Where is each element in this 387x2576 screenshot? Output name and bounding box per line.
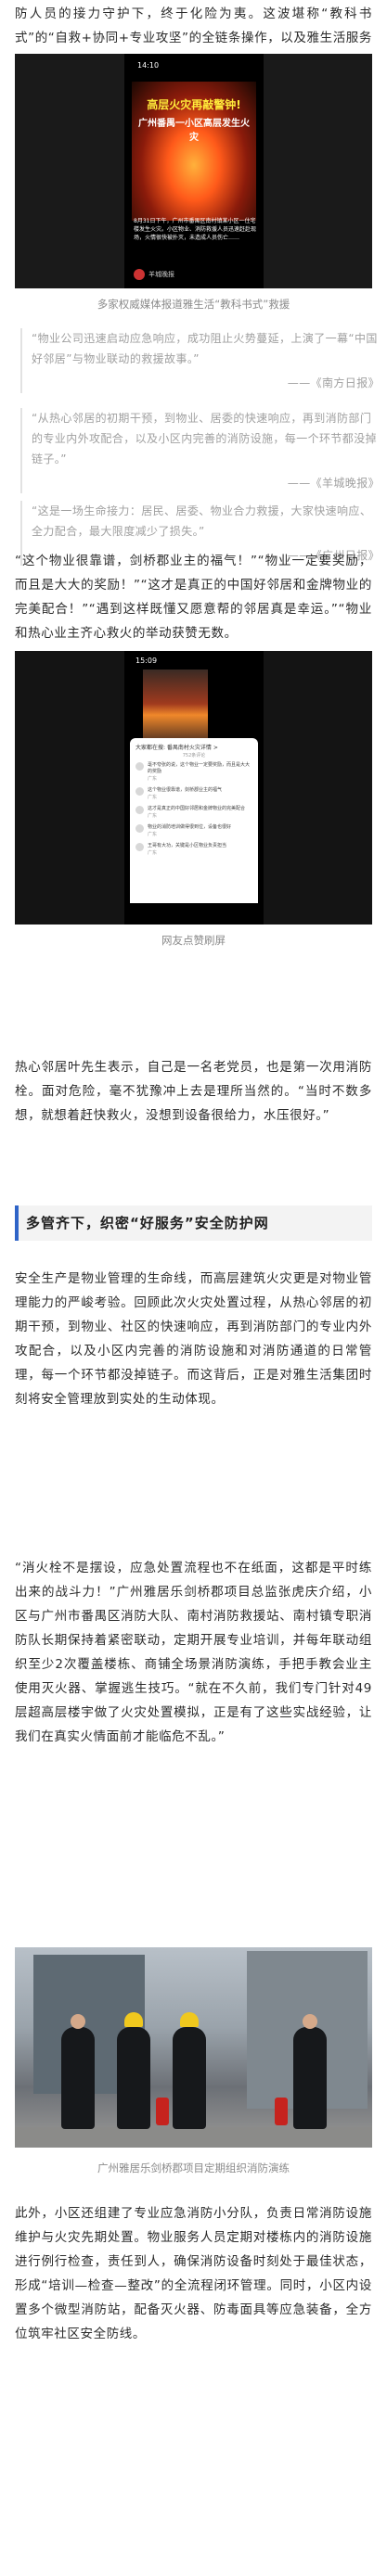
ground — [15, 2127, 372, 2148]
comment-meta: 广东 — [148, 813, 158, 819]
comment-text: 王哥有大功，关键是小区物业负责担当 — [148, 843, 227, 848]
account-name: 羊城晚报 — [148, 271, 174, 278]
neighbor-paragraph: 热心邻居叶先生表示，自己是一名老党员，也是第一次用消防栓。面对危险，毫不犹豫冲上… — [15, 1060, 372, 1123]
video-body-text: 8月31日下午，广州市番禺区南村镇某小区一住宅楼发生火灾。小区物业、消防救援人员… — [134, 218, 257, 241]
comment-text: 这才是真正的中国好邻居和金牌物业的完美配合 — [148, 806, 246, 811]
news-report-image: 14:10 高层火灾再敲警钟! 广州番禺一小区高层发生火灾 8月31日下午，广州… — [15, 54, 372, 288]
comment-meta: 广东 — [148, 850, 158, 856]
quote-text: “这是一场生命接力：居民、居委、物业合力救援，大家快速响应、全力配合，最大限度减… — [32, 504, 372, 538]
fire-extinguisher-icon — [275, 2098, 288, 2125]
staff-figure — [173, 2012, 206, 2129]
comment-sheet-title: 大家都在搜: 番禺南村火灾详情 > — [135, 745, 218, 751]
comment-meta: 广东 — [148, 776, 158, 782]
avatar — [135, 824, 144, 833]
comment-text: 毫不夸张的说，这个物业一定要奖励，而且是大大的奖励 — [148, 762, 251, 774]
staff-figure — [61, 2014, 95, 2129]
staff-figure — [293, 2014, 327, 2129]
quote-source: ——《南方日报》 — [287, 376, 380, 389]
helmet-icon — [124, 2012, 143, 2027]
video-subheadline: 广州番禺一小区高层发生火灾 — [138, 119, 250, 143]
head — [303, 2014, 317, 2029]
section-heading: 多管齐下，织密“好服务”安全防护网 — [15, 1205, 372, 1241]
avatar — [135, 806, 144, 814]
avatar — [134, 269, 145, 280]
head — [71, 2014, 85, 2029]
comment-item: 毫不夸张的说，这个物业一定要奖励，而且是大大的奖励 广东 — [135, 762, 252, 782]
comment-text: 物业的消防培训做得很到位，设备也很好 — [148, 824, 232, 830]
comment-item: 这个物业很靠谱，剑桥郡业主的福气 广东 — [135, 787, 252, 800]
image-caption: 广州雅居乐剑桥郡项目定期组织消防演练 — [97, 2162, 290, 2174]
helmet-icon — [180, 2012, 199, 2027]
quote-source: ——《羊城晚报》 — [287, 477, 380, 490]
drill-paragraph: “消火栓不是摆设，应急处置流程也不在纸面，这都是平时练出来的战斗力！”广州雅居乐… — [15, 1561, 372, 1744]
status-time: 14:10 — [137, 61, 160, 70]
comments-screenshot-image: 15:09 大家都在搜: 番禺南村火灾详情 > 752条评论 毫不夸张的说，这个… — [15, 651, 372, 925]
safety-paragraph: 安全生产是物业管理的生命线，而高层建筑火灾更是对物业管理能力的严峻考验。回顾此次… — [15, 1271, 372, 1407]
avatar — [135, 787, 144, 796]
section-title: 多管齐下，织密“好服务”安全防护网 — [26, 1215, 269, 1231]
media-quote: “物业公司迅速启动应急响应，成功阻止火势蔓延，上演了一幕“中国好邻居”与物业联动… — [20, 328, 380, 393]
comment-meta: 广东 — [148, 795, 158, 800]
image-caption: 网友点赞刷屏 — [161, 934, 226, 947]
comment-item: 这才是真正的中国好邻居和金牌物业的完美配合 广东 — [135, 806, 252, 819]
burning-building — [143, 670, 208, 746]
comment-count: 752条评论 — [182, 753, 206, 759]
comment-text: 这个物业很靠谱，剑桥郡业主的福气 — [148, 787, 223, 793]
fire-extinguisher-icon — [156, 2098, 169, 2125]
staff-figure — [117, 2012, 150, 2129]
fire-drill-photo — [15, 1947, 372, 2148]
avatar — [135, 843, 144, 851]
video-headline: 高层火灾再敲警钟! — [147, 98, 241, 111]
status-time: 15:09 — [135, 657, 158, 665]
comment-item: 物业的消防培训做得很到位，设备也很好 广东 — [135, 824, 252, 837]
phone-screenshot: 14:10 高层火灾再敲警钟! 广州番禺一小区高层发生火灾 8月31日下午，广州… — [124, 54, 264, 288]
avatar — [135, 762, 144, 771]
quote-text: “从热心邻居的初期干预，到物业、居委的快速响应，再到消防部门的专业内外攻配合，以… — [32, 412, 378, 465]
comment-sheet: 大家都在搜: 番禺南村火灾详情 > 752条评论 毫不夸张的说，这个物业一定要奖… — [130, 738, 258, 903]
comment-meta: 广东 — [148, 832, 158, 837]
media-quote: “从热心邻居的初期干预，到物业、居委的快速响应，再到消防部门的专业内外攻配合，以… — [20, 408, 380, 493]
section-accent-bar — [15, 1205, 19, 1241]
quote-text: “物业公司迅速启动应急响应，成功阻止火势蔓延，上演了一幕“中国好邻居”与物业联动… — [32, 332, 378, 365]
account-info: 羊城晚报 — [134, 269, 174, 280]
closing-paragraph: 此外，小区还组建了专业应急消防小分队，负责日常消防设施维护与火灾先期处置。物业服… — [15, 2206, 372, 2341]
phone-screenshot: 15:09 大家都在搜: 番禺南村火灾详情 > 752条评论 毫不夸张的说，这个… — [124, 651, 264, 925]
image-caption: 多家权威媒体报道雅生活“教科书式”救援 — [97, 298, 290, 311]
comment-item: 王哥有大功，关键是小区物业负责担当 广东 — [135, 843, 252, 856]
netizen-comments-paragraph: “这个物业很靠谱，剑桥郡业主的福气！”“物业一定要奖励，而且是大大的奖励！”“这… — [15, 554, 372, 641]
